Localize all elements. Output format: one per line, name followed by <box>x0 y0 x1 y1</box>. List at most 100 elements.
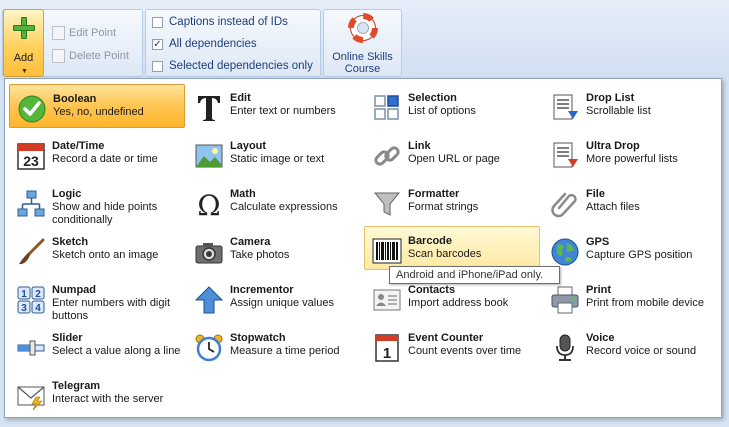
logic-tree-icon <box>17 190 45 217</box>
menu-item-ultra-drop[interactable]: Ultra Drop More powerful lists <box>543 132 719 176</box>
menu-item-edit[interactable]: Edit Enter text or numbers <box>187 84 363 128</box>
telegram-desc: Interact with the server <box>52 393 164 405</box>
numpad-key-2: 2 <box>35 289 41 300</box>
ultra-drop-icon <box>553 142 578 168</box>
menu-item-layout[interactable]: Layout Static image or text <box>187 132 363 176</box>
gps-title: GPS <box>586 236 610 248</box>
online-skills-line1: Online Skills <box>332 51 393 63</box>
contacts-desc: Import address book <box>408 297 509 309</box>
delete-point-button[interactable]: Delete Point <box>52 49 129 63</box>
menu-item-sketch[interactable]: Sketch Sketch onto an image <box>9 228 185 272</box>
link-desc: Open URL or page <box>408 153 500 165</box>
numpad-title: Numpad <box>52 284 96 296</box>
barcode-desc: Scan barcodes <box>408 248 482 260</box>
menu-item-link[interactable]: Link Open URL or page <box>365 132 541 176</box>
online-skills-course-button[interactable]: Online Skills Course <box>324 9 401 77</box>
file-desc: Attach files <box>586 201 640 213</box>
voice-title: Voice <box>586 332 615 344</box>
formatter-title: Formatter <box>408 188 460 200</box>
edit-point-label: Edit Point <box>69 27 117 39</box>
layout-title: Layout <box>230 140 267 152</box>
lifebuoy-icon <box>348 13 378 43</box>
selected-dependencies-checkbox[interactable] <box>152 60 163 72</box>
incrementor-title: Incrementor <box>230 284 294 296</box>
all-dependencies-checkbox[interactable]: ✓ <box>152 38 163 50</box>
funnel-icon <box>373 192 401 216</box>
menu-item-logic[interactable]: Logic Show and hide points conditionally <box>9 180 185 226</box>
check-circle-icon <box>18 95 46 123</box>
camera-title: Camera <box>230 236 271 248</box>
menu-item-math[interactable]: Ω Math Calculate expressions <box>187 180 363 224</box>
formatter-desc: Format strings <box>408 201 479 213</box>
menu-item-barcode[interactable]: Barcode Scan barcodes <box>364 226 540 270</box>
menu-item-slider[interactable]: Slider Select a value along a line <box>9 324 185 368</box>
barcode-icon <box>372 238 402 264</box>
menu-item-formatter[interactable]: Formatter Format strings <box>365 180 541 224</box>
paintbrush-icon <box>19 238 45 265</box>
add-button[interactable]: Add ▼ <box>3 9 44 77</box>
edit-point-button[interactable]: Edit Point <box>52 26 116 40</box>
menu-item-incrementor[interactable]: Incrementor Assign unique values <box>187 276 363 320</box>
option-all-dependencies[interactable]: ✓ All dependencies <box>152 38 257 50</box>
selection-grid-icon <box>374 95 399 120</box>
boolean-desc: Yes, no, undefined <box>53 106 144 118</box>
numpad-icon: 1 2 3 4 <box>17 286 45 314</box>
contacts-title: Contacts <box>408 284 456 296</box>
menu-item-numpad[interactable]: 1 2 3 4 Numpad Enter numbers with digit … <box>9 276 185 322</box>
microphone-icon <box>556 334 574 361</box>
camera-icon <box>195 243 223 264</box>
menu-item-telegram[interactable]: Telegram Interact with the server <box>9 372 185 416</box>
printer-icon <box>551 286 579 314</box>
menu-item-voice[interactable]: Voice Record voice or sound <box>543 324 719 368</box>
camera-desc: Take photos <box>230 249 290 261</box>
sketch-desc: Sketch onto an image <box>52 249 159 261</box>
selection-title: Selection <box>408 92 457 104</box>
edit-desc: Enter text or numbers <box>230 105 336 117</box>
menu-item-selection[interactable]: Selection List of options <box>365 84 541 128</box>
ultra-drop-desc: More powerful lists <box>586 153 678 165</box>
menu-item-date-time[interactable]: 23 Date/Time Record a date or time <box>9 132 185 176</box>
edit-point-icon <box>52 26 65 40</box>
layout-desc: Static image or text <box>230 153 325 165</box>
chain-link-icon <box>374 146 400 166</box>
menu-item-event-counter[interactable]: 1 Event Counter Count events over time <box>365 324 541 368</box>
calendar-icon: 23 <box>17 143 45 170</box>
menu-item-file[interactable]: File Attach files <box>543 180 719 224</box>
stopwatch-desc: Measure a time period <box>230 345 340 357</box>
numpad-key-3: 3 <box>21 303 27 314</box>
date-time-title: Date/Time <box>52 140 105 152</box>
logic-title: Logic <box>52 188 82 200</box>
menu-item-stopwatch[interactable]: Stopwatch Measure a time period <box>187 324 363 368</box>
up-arrow-icon <box>194 286 224 314</box>
print-desc: Print from mobile device <box>586 297 704 309</box>
picture-icon <box>195 144 223 168</box>
print-title: Print <box>586 284 612 296</box>
option-selected-dependencies[interactable]: Selected dependencies only <box>152 60 313 72</box>
calendar-day: 23 <box>23 153 39 169</box>
menu-item-gps[interactable]: GPS Capture GPS position <box>543 228 719 272</box>
barcode-title: Barcode <box>408 235 453 247</box>
delete-point-label: Delete Point <box>69 50 129 62</box>
boolean-title: Boolean <box>53 93 97 105</box>
drop-list-icon <box>553 94 578 120</box>
paperclip-icon <box>551 192 577 218</box>
option-captions[interactable]: Captions instead of IDs <box>152 16 288 28</box>
math-title: Math <box>230 188 256 200</box>
menu-item-boolean[interactable]: Boolean Yes, no, undefined <box>9 84 185 128</box>
numpad-key-4: 4 <box>35 303 41 314</box>
date-time-desc: Record a date or time <box>52 153 158 165</box>
captions-checkbox[interactable] <box>152 16 163 28</box>
counter-icon: 1 <box>375 334 399 362</box>
menu-item-drop-list[interactable]: Drop List Scrollable list <box>543 84 719 128</box>
delete-point-icon <box>52 49 65 63</box>
option-captions-label: Captions instead of IDs <box>169 16 288 28</box>
incrementor-desc: Assign unique values <box>230 297 334 309</box>
ultra-drop-title: Ultra Drop <box>586 140 640 152</box>
menu-item-print[interactable]: Print Print from mobile device <box>543 276 719 320</box>
option-selected-dependencies-label: Selected dependencies only <box>169 60 313 72</box>
menu-item-camera[interactable]: Camera Take photos <box>187 228 363 272</box>
contact-card-icon <box>373 289 401 311</box>
numpad-key-1: 1 <box>21 289 27 300</box>
text-t-icon <box>198 96 220 121</box>
add-button-label: Add <box>13 52 34 64</box>
